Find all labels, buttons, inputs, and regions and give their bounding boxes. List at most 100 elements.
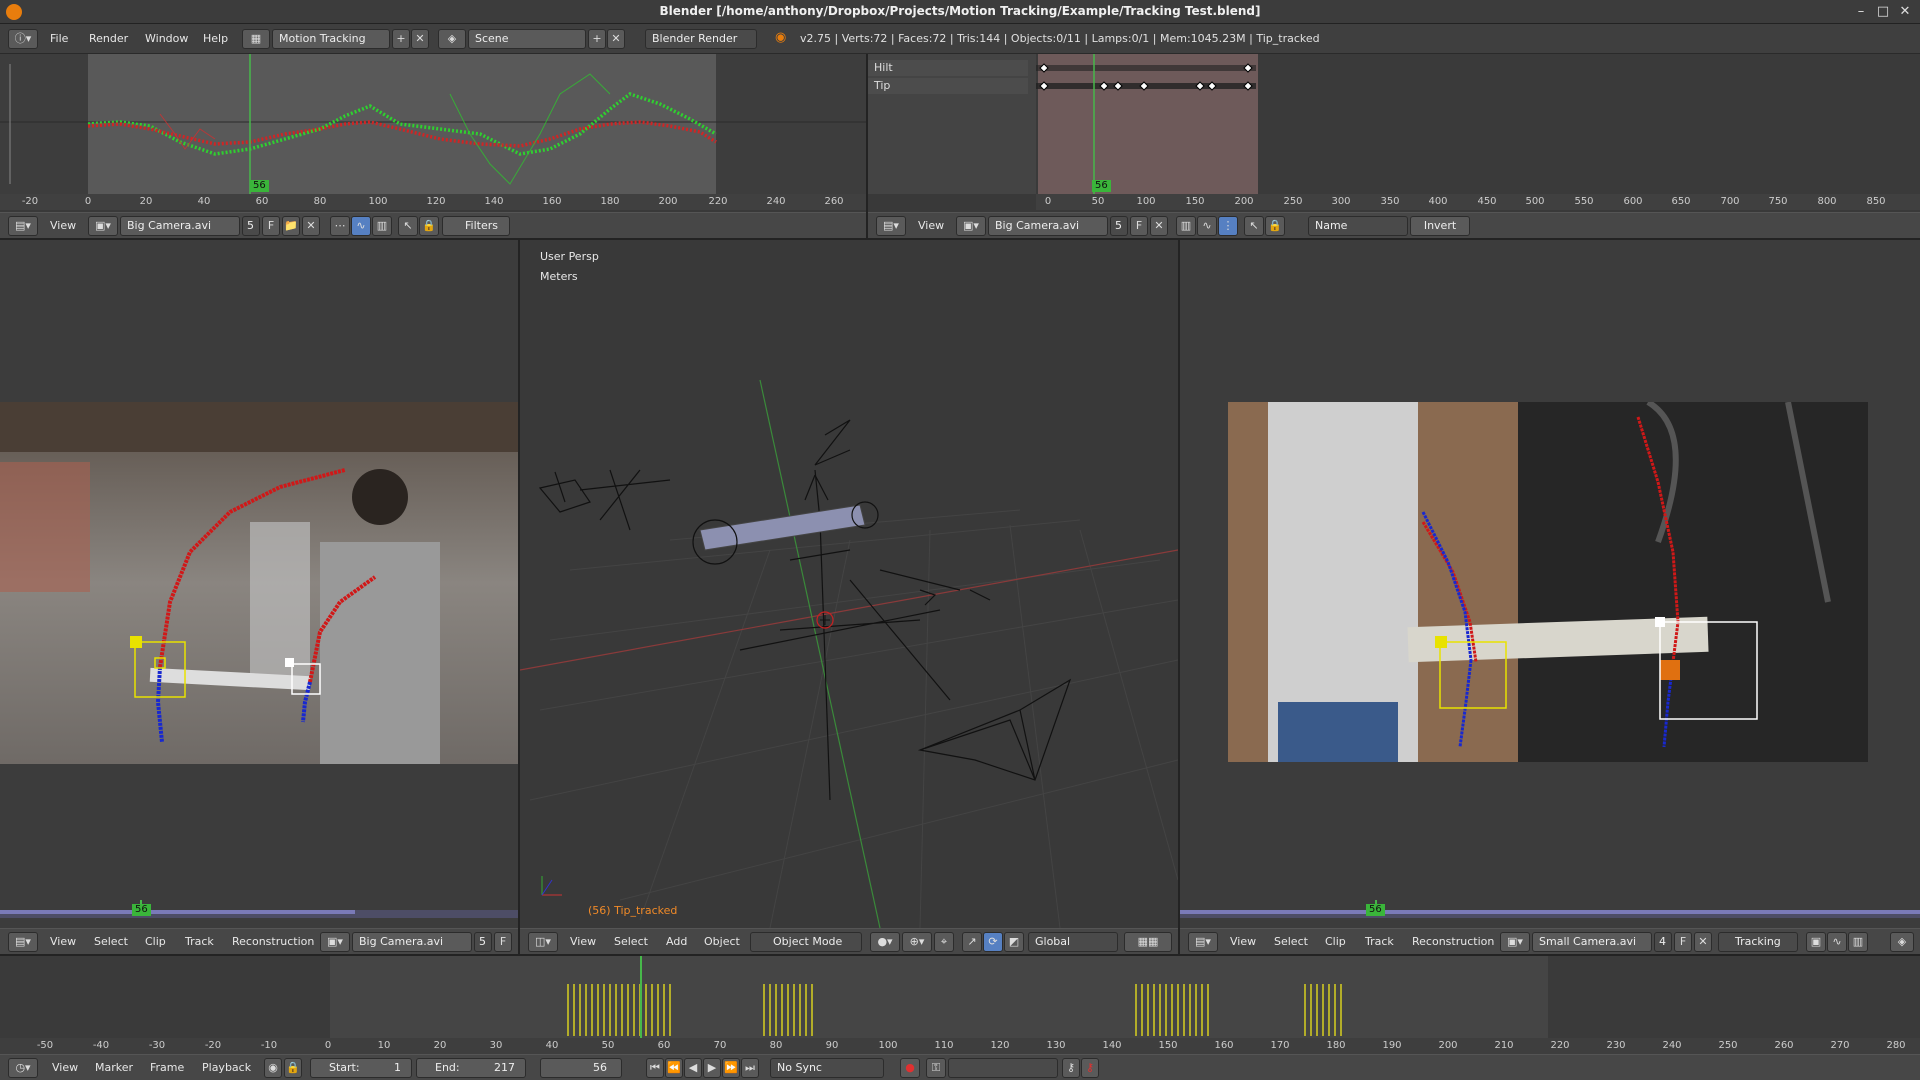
unlink-clip-icon[interactable]: ✕ (1150, 216, 1168, 236)
preview-range-icon[interactable]: ◉ (264, 1058, 282, 1078)
manipulator-icon[interactable]: ⌖ (934, 932, 954, 952)
clip-right-menu-track[interactable]: Track (1365, 935, 1394, 948)
unlink-clip-icon[interactable]: ✕ (302, 216, 320, 236)
play-icon[interactable]: ▶ (703, 1058, 721, 1078)
clip-mode-select[interactable]: Tracking (1718, 932, 1798, 952)
delete-keyframe-icon[interactable]: ⚷ (1081, 1058, 1099, 1078)
close-button[interactable]: ✕ (1896, 3, 1914, 21)
show-curves-icon[interactable]: ∿ (351, 216, 371, 236)
unlink-clip-icon[interactable]: ✕ (1694, 932, 1712, 952)
remove-scene-icon[interactable]: ✕ (607, 29, 625, 49)
prev-keyframe-icon[interactable]: ⏪ (665, 1058, 683, 1078)
clip-right-menu-clip[interactable]: Clip (1325, 935, 1346, 948)
show-motion-icon[interactable]: ▥ (1176, 216, 1196, 236)
overlay-icon[interactable]: ◈ (1890, 932, 1914, 952)
open-clip-icon[interactable]: 📁 (282, 216, 300, 236)
dopesheet-fake-user-button[interactable]: F (1130, 216, 1148, 236)
object-mode-select[interactable]: Object Mode (750, 932, 862, 952)
menu-help[interactable]: Help (203, 32, 228, 45)
editor-type-icon[interactable]: ▤▾ (876, 216, 906, 236)
clip-left-menu-view[interactable]: View (50, 935, 76, 948)
graph-clip-field[interactable]: Big Camera.avi (120, 216, 240, 236)
timeline-menu-view[interactable]: View (52, 1061, 78, 1074)
screen-layout-field[interactable]: Motion Tracking (272, 29, 390, 49)
editor-type-icon[interactable]: ▤▾ (8, 216, 38, 236)
channel-tip[interactable]: Tip (868, 78, 1028, 94)
remove-screen-icon[interactable]: ✕ (411, 29, 429, 49)
clip-left-menu-track[interactable]: Track (185, 935, 214, 948)
layers-icon[interactable]: ▦▦ (1124, 932, 1172, 952)
scene-icon[interactable]: ◈ (438, 29, 466, 49)
dopesheet-menu-view[interactable]: View (918, 219, 944, 232)
lock-range-icon[interactable]: 🔒 (284, 1058, 302, 1078)
clip-left-menu-reconstruction[interactable]: Reconstruction (232, 935, 314, 948)
select-icon[interactable]: ↖ (1244, 216, 1264, 236)
clip-right-menu-select[interactable]: Select (1274, 935, 1308, 948)
clip-right-menu-reconstruction[interactable]: Reconstruction (1412, 935, 1494, 948)
editor-type-icon[interactable]: ▤▾ (1188, 932, 1218, 952)
clip-left-clip-field[interactable]: Big Camera.avi (352, 932, 472, 952)
editor-type-icon[interactable]: ◫▾ (528, 932, 558, 952)
timeline-menu-marker[interactable]: Marker (95, 1061, 133, 1074)
add-screen-icon[interactable]: + (392, 29, 410, 49)
play-reverse-icon[interactable]: ◀ (684, 1058, 702, 1078)
keying-set-icon[interactable]: ⚿ (926, 1058, 946, 1078)
minimize-button[interactable]: – (1852, 3, 1870, 21)
view-dopesheet-icon[interactable]: ▥ (1848, 932, 1868, 952)
add-scene-icon[interactable]: + (588, 29, 606, 49)
clip-right-clip-field[interactable]: Small Camera.avi (1532, 932, 1652, 952)
channel-hilt[interactable]: Hilt (868, 60, 1028, 76)
viewport-menu-select[interactable]: Select (614, 935, 648, 948)
clip-left-fake-user-button[interactable]: F (494, 932, 512, 952)
graph-frame-ruler[interactable]: -20 0 20 40 60 80 100 120 140 160 180 20… (0, 194, 866, 210)
translate-icon[interactable]: ↗ (962, 932, 982, 952)
scale-icon[interactable]: ◩ (1004, 932, 1024, 952)
graph-filters-button[interactable]: Filters (442, 216, 510, 236)
clip-left-menu-clip[interactable]: Clip (145, 935, 166, 948)
info-editor-type-icon[interactable]: ⓘ▾ (8, 29, 38, 49)
view-graph-icon[interactable]: ∿ (1827, 932, 1847, 952)
current-frame-field[interactable]: 56 (540, 1058, 622, 1078)
clip-frame-right[interactable] (1228, 402, 1868, 762)
jump-start-icon[interactable]: ⏮ (646, 1058, 664, 1078)
maximize-button[interactable]: □ (1874, 3, 1892, 21)
invert-button[interactable]: Invert (1410, 216, 1470, 236)
sync-mode-select[interactable]: No Sync (770, 1058, 884, 1078)
scene-field[interactable]: Scene (468, 29, 586, 49)
pivot-point-icon[interactable]: ⊕▾ (902, 932, 932, 952)
shading-mode-icon[interactable]: ●▾ (870, 932, 900, 952)
lock-icon[interactable]: 🔒 (419, 216, 439, 236)
show-curves-icon[interactable]: ∿ (1197, 216, 1217, 236)
rotate-icon[interactable]: ⟳ (983, 932, 1003, 952)
graph-fake-user-button[interactable]: F (262, 216, 280, 236)
dopesheet-clip-field[interactable]: Big Camera.avi (988, 216, 1108, 236)
viewport-menu-add[interactable]: Add (666, 935, 687, 948)
clip-right-menu-view[interactable]: View (1230, 935, 1256, 948)
editor-type-icon[interactable]: ▤▾ (8, 932, 38, 952)
clip-browse-icon[interactable]: ▣▾ (956, 216, 986, 236)
end-frame-field[interactable]: End: 217 (416, 1058, 526, 1078)
timeline-menu-playback[interactable]: Playback (202, 1061, 251, 1074)
graph-curves[interactable] (0, 54, 866, 194)
show-frames-icon[interactable]: ▥ (372, 216, 392, 236)
menu-window[interactable]: Window (145, 32, 188, 45)
clip-frame-left[interactable] (0, 402, 518, 764)
viewport-menu-object[interactable]: Object (704, 935, 740, 948)
clip-right-fake-user-button[interactable]: F (1674, 932, 1692, 952)
viewport-scene[interactable] (520, 240, 1178, 928)
timeline-menu-frame[interactable]: Frame (150, 1061, 184, 1074)
sort-method-select[interactable]: Name (1308, 216, 1408, 236)
show-motion-icon[interactable]: ⋯ (330, 216, 350, 236)
view-clip-icon[interactable]: ▣ (1806, 932, 1826, 952)
viewport-menu-view[interactable]: View (570, 935, 596, 948)
menu-file[interactable]: File (50, 32, 68, 45)
render-engine-select[interactable]: Blender Render (645, 29, 757, 49)
clip-browse-icon[interactable]: ▣▾ (320, 932, 350, 952)
lock-icon[interactable]: 🔒 (1265, 216, 1285, 236)
clip-browse-icon[interactable]: ▣▾ (88, 216, 118, 236)
transform-orientation-select[interactable]: Global (1028, 932, 1118, 952)
timeline-keyframes[interactable] (0, 956, 1920, 1038)
dopesheet-keyframes[interactable] (1036, 54, 1920, 194)
dopesheet-frame-ruler[interactable]: 0 50 100 150 200 250 300 350 400 450 500… (1036, 194, 1920, 210)
graph-menu-view[interactable]: View (50, 219, 76, 232)
